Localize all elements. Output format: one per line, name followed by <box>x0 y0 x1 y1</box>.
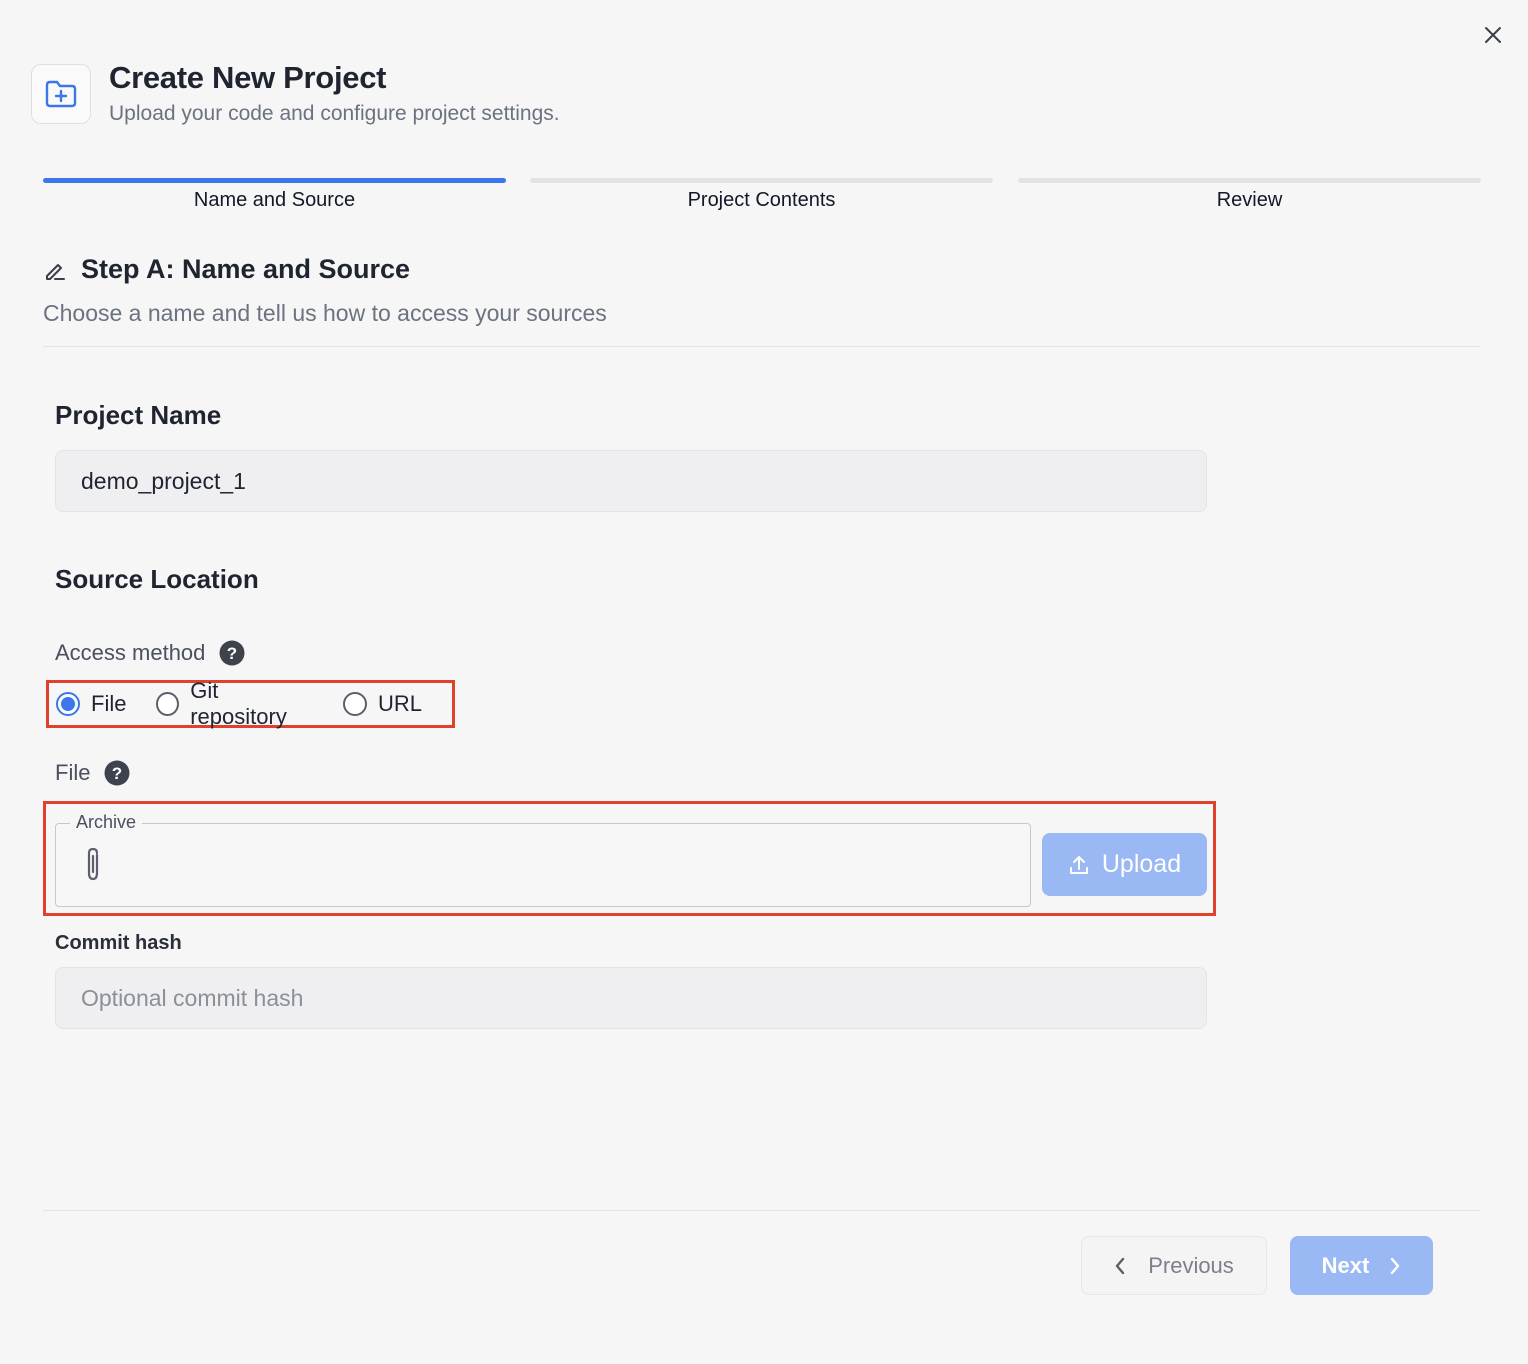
header-icon-box <box>31 64 91 124</box>
radio-label: Git repository <box>190 678 287 729</box>
step-progress-bar <box>530 178 993 183</box>
step-title: Step A: Name and Source <box>81 254 411 284</box>
radio-button[interactable] <box>56 692 80 716</box>
file-label-text: File <box>55 760 91 785</box>
svg-text:?: ? <box>227 644 237 663</box>
commit-hash-input[interactable]: Optional commit hash <box>55 967 1207 1029</box>
chevron-right-icon <box>1391 1257 1400 1274</box>
radio-label: File <box>91 691 127 716</box>
stepper: Name and Source Project Contents Review <box>43 178 1481 218</box>
source-location-title: Source Location <box>55 564 259 594</box>
step-label: Project Contents <box>687 189 836 211</box>
folder-plus-icon <box>45 80 77 108</box>
edit-pencil-icon <box>46 263 65 280</box>
radio-label: URL <box>377 691 422 716</box>
next-button[interactable]: Next <box>1290 1236 1433 1295</box>
chevron-left-icon <box>1116 1257 1125 1274</box>
step-label: Review <box>1216 189 1283 211</box>
close-icon <box>1485 27 1501 43</box>
svg-text:?: ? <box>112 764 122 783</box>
project-name-value: demo_project_1 <box>81 467 246 494</box>
step-label: Name and Source <box>193 189 356 211</box>
step-progress-bar <box>43 178 506 183</box>
access-method-radio-group: File Git repository URL <box>46 678 455 730</box>
step-review[interactable]: Review <box>1018 178 1481 218</box>
close-button[interactable] <box>1480 22 1506 48</box>
previous-label: Previous <box>1148 1252 1234 1278</box>
upload-label: Upload <box>1101 850 1182 878</box>
step-progress-bar <box>1018 178 1481 183</box>
radio-button[interactable] <box>156 692 180 716</box>
access-method-label: Access method ? <box>55 640 245 666</box>
previous-button[interactable]: Previous <box>1081 1236 1267 1295</box>
archive-file-input[interactable]: Archive <box>55 812 1031 907</box>
commit-hash-label: Commit hash <box>55 932 182 954</box>
archive-upload-group: Archive Upload <box>43 801 1216 916</box>
radio-git-repository[interactable]: Git repository <box>156 678 313 730</box>
radio-button[interactable] <box>342 692 367 716</box>
step-header: Step A: Name and Source <box>43 254 410 285</box>
step-name-and-source[interactable]: Name and Source <box>43 178 506 218</box>
file-label: File ? <box>55 760 130 786</box>
dialog-title: Create New Project <box>109 60 387 95</box>
help-icon[interactable]: ? <box>219 640 245 666</box>
footer-divider <box>43 1210 1481 1211</box>
radio-file[interactable]: File <box>56 691 126 717</box>
divider <box>43 346 1481 347</box>
project-name-input[interactable]: demo_project_1 <box>55 450 1207 512</box>
step-project-contents[interactable]: Project Contents <box>530 178 993 218</box>
dialog-subtitle: Upload your code and configure project s… <box>109 102 560 125</box>
project-name-label: Project Name <box>55 400 222 430</box>
radio-url[interactable]: URL <box>342 691 422 717</box>
upload-icon <box>1069 855 1088 874</box>
paperclip-icon <box>87 847 99 881</box>
step-description: Choose a name and tell us how to access … <box>43 300 607 326</box>
next-label: Next <box>1321 1252 1370 1278</box>
archive-label: Archive <box>70 812 143 833</box>
help-icon[interactable]: ? <box>104 760 130 786</box>
commit-hash-placeholder: Optional commit hash <box>81 984 304 1011</box>
upload-button[interactable]: Upload <box>1042 833 1207 896</box>
access-method-text: Access method <box>55 640 206 665</box>
